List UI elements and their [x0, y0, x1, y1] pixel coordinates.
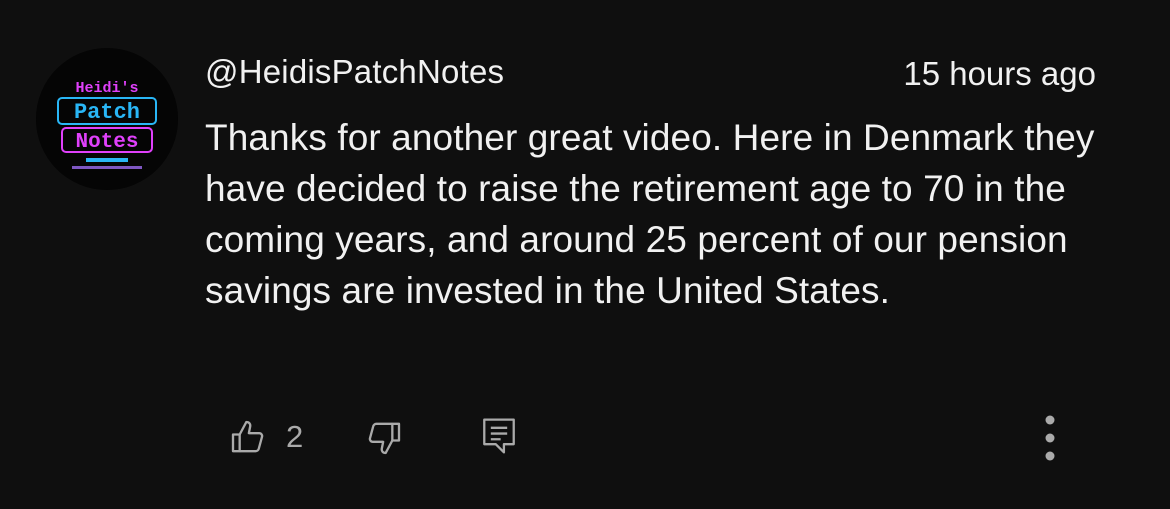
avatar-line3: Notes	[75, 131, 138, 154]
comment-text: Thanks for another great video. Here in …	[205, 117, 1095, 311]
avatar-line1: Heidi's	[75, 80, 138, 97]
avatar-line2: Patch	[74, 100, 140, 125]
dislike-button[interactable]	[364, 418, 404, 458]
more-vertical-icon	[1044, 414, 1056, 462]
avatar[interactable]: Heidi's Patch Notes	[36, 48, 178, 190]
comment-item: Heidi's Patch Notes @HeidisPatchNotes 15…	[0, 0, 1170, 509]
thumbs-down-icon	[364, 418, 404, 458]
more-options-button[interactable]	[1036, 413, 1064, 463]
comment-timestamp: 15 hours ago	[903, 55, 1096, 92]
thumbs-up-icon	[228, 417, 268, 457]
comment-actions: 2	[0, 410, 1170, 466]
channel-logo: Heidi's Patch Notes	[36, 48, 178, 190]
comment-author[interactable]: @HeidisPatchNotes	[205, 52, 504, 92]
reply-button[interactable]	[481, 416, 517, 456]
like-button[interactable]: 2	[228, 417, 303, 457]
comment-reply-icon	[481, 416, 517, 456]
like-count: 2	[286, 419, 304, 454]
